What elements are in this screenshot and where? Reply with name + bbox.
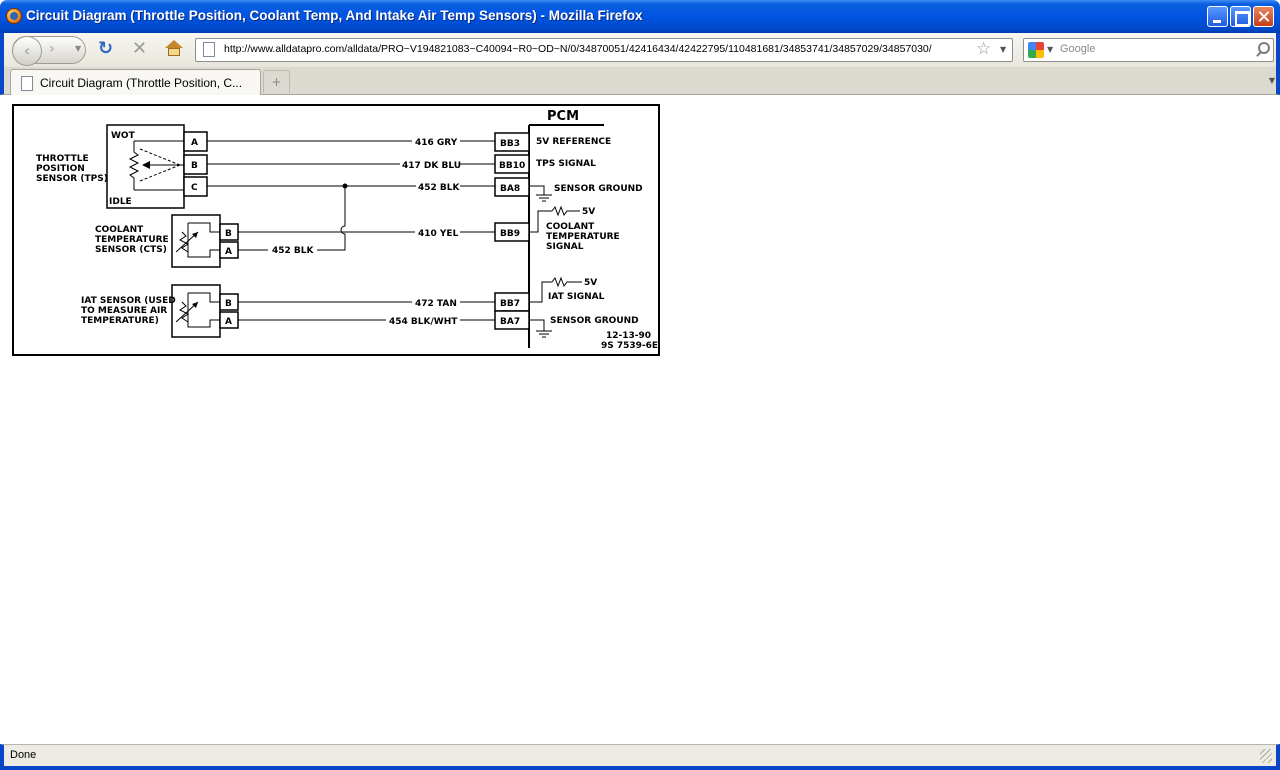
wire-452-label-a: 452 BLK [418,183,461,193]
firefox-logo-icon [6,8,22,24]
cts-label-line2: TEMPERATURE [95,235,169,245]
wire-472-label: 472 TAN [415,299,457,309]
tab-circuit-diagram[interactable]: Circuit Diagram (Throttle Position, C... [10,69,261,96]
google-engine-icon[interactable] [1028,42,1044,58]
page-content: PCM A B C WOT IDLE THROTTLE POSITION SEN… [4,95,1276,744]
signal-sensor-ground-1: SENSOR GROUND [554,184,643,194]
signal-coolant-3: SIGNAL [546,242,584,252]
cts-pin-b: B [225,229,232,239]
wire-452-label-b: 452 BLK [272,246,315,256]
window-title: Circuit Diagram (Throttle Position, Cool… [26,8,643,23]
cts-pin-a: A [225,247,232,257]
terminal-bb10: BB10 [499,161,525,171]
url-input[interactable]: http://www.alldatapro.com/alldata/PRO~V1… [224,43,974,55]
title-bar: Circuit Diagram (Throttle Position, Cool… [0,0,1280,33]
cts-label-line1: COOLANT [95,225,144,235]
search-icon[interactable] [1255,41,1270,55]
diagram-date: 12-13-90 [606,331,651,341]
signal-5v-b: 5V [584,278,597,288]
wire-454-label: 454 BLK/WHT [389,317,458,327]
engine-dropdown-icon[interactable]: ▼ [1047,45,1053,54]
stop-icon[interactable]: ✕ [132,40,147,58]
search-bar[interactable]: ▼ Google [1023,38,1274,62]
resize-grip-icon[interactable] [1260,749,1272,763]
terminal-bb3: BB3 [500,139,520,149]
tps-label-line3: SENSOR (TPS) [36,174,108,184]
status-bar: Done [0,744,1280,770]
new-tab-button[interactable]: + [263,70,290,93]
page-icon [21,76,33,91]
tps-label-line2: POSITION [36,164,85,174]
close-button[interactable] [1253,6,1274,27]
forward-button[interactable]: › [49,41,55,57]
signal-5v-reference: 5V REFERENCE [536,137,611,147]
iat-pin-a: A [225,317,232,327]
bookmark-star-icon[interactable]: ☆ [976,39,991,59]
wire-410-label: 410 YEL [418,229,459,239]
signal-iat: IAT SIGNAL [548,292,605,302]
wire-417-label: 417 DK BLU [402,161,461,171]
url-dropdown-icon[interactable]: ▼ [1000,45,1006,54]
terminal-ba8: BA8 [500,184,520,194]
tps-pin-b: B [191,161,198,171]
tab-label: Circuit Diagram (Throttle Position, C... [40,76,243,90]
back-button[interactable]: ‹ [12,36,42,66]
tps-pin-c: C [191,183,198,193]
iat-pin-b: B [225,299,232,309]
tab-list-icon[interactable]: ▼ [1264,71,1280,91]
pcm-label: PCM [547,109,579,124]
terminal-ba7: BA7 [500,317,520,327]
url-bar[interactable]: http://www.alldatapro.com/alldata/PRO~V1… [195,38,1013,62]
tps-idle-label: IDLE [109,197,132,207]
signal-coolant-1: COOLANT [546,222,595,232]
status-text: Done [10,749,37,761]
iat-label-line2: TO MEASURE AIR [81,306,167,316]
signal-sensor-ground-2: SENSOR GROUND [550,316,639,326]
minimize-button[interactable] [1207,6,1228,27]
circuit-diagram: PCM A B C WOT IDLE THROTTLE POSITION SEN… [12,104,660,356]
signal-tps: TPS SIGNAL [536,159,596,169]
wire-416-label: 416 GRY [415,138,458,148]
diagram-code: 9S 7539-6E [601,341,658,351]
history-dropdown-icon[interactable]: ▼ [75,44,81,53]
iat-label-line1: IAT SENSOR (USED [81,296,176,306]
back-forward-group: ‹ › ▼ [12,36,86,66]
tps-wot-label: WOT [111,131,136,141]
terminal-bb9: BB9 [500,229,520,239]
navigation-toolbar: ‹ › ▼ ↻ ✕ http://www.alldatapro.com/alld… [0,33,1280,67]
terminal-bb7: BB7 [500,299,520,309]
tps-label-line1: THROTTLE [36,154,89,164]
iat-label-line3: TEMPERATURE) [81,316,159,326]
cts-label-line3: SENSOR (CTS) [95,245,167,255]
tab-strip: Circuit Diagram (Throttle Position, C...… [0,67,1280,96]
reload-icon[interactable]: ↻ [98,40,113,58]
page-icon [203,42,215,57]
signal-5v-a: 5V [582,207,595,217]
tps-pin-a: A [191,138,198,148]
search-input[interactable]: Google [1060,43,1095,55]
signal-coolant-2: TEMPERATURE [546,232,620,242]
maximize-button[interactable] [1230,6,1251,27]
